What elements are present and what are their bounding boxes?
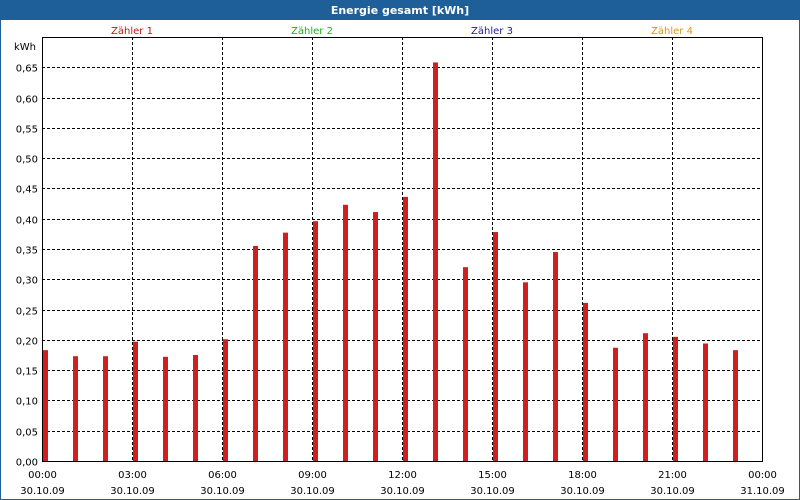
bar <box>283 232 288 461</box>
bars <box>43 62 738 462</box>
x-tick-time: 09:00 <box>298 470 327 481</box>
bar <box>433 62 438 461</box>
chart-canvas: Zähler 1 Zähler 2 Zähler 3 Zähler 4 kWh 0,0… <box>14 26 785 497</box>
bar <box>493 232 498 461</box>
legend-entry: Zähler 3 <box>471 26 513 37</box>
x-tick-date: 30.10.09 <box>290 486 335 497</box>
y-tick-label: 0,40 <box>16 216 38 227</box>
bar <box>313 221 318 461</box>
y-axis: kWh 0,00 0,05 0,10 0,15 0,20 0,25 0,30 0,35 0,40… <box>14 42 38 469</box>
x-tick-date: 30.10.09 <box>650 486 695 497</box>
x-tick-time: 00:00 <box>748 470 777 481</box>
x-tick-date: 30.10.09 <box>470 486 515 497</box>
bar <box>403 196 408 461</box>
y-tick-label: 0,45 <box>16 185 38 196</box>
bar <box>673 336 678 461</box>
y-tick-label: 0,30 <box>16 276 38 287</box>
x-tick-time: 00:00 <box>28 470 57 481</box>
bar <box>463 267 468 461</box>
y-tick-label: 0,10 <box>16 397 38 408</box>
x-tick-date: 30.10.09 <box>20 486 65 497</box>
y-tick-label: 0,25 <box>16 307 38 318</box>
y-tick-label: 0,20 <box>16 337 38 348</box>
bar <box>73 356 78 461</box>
bar <box>703 343 708 461</box>
x-tick-time: 12:00 <box>388 470 417 481</box>
x-axis: 00:00 30.10.09 03:00 30.10.09 06:00 30.10.09 0… <box>20 470 785 497</box>
y-tick-label: 0,65 <box>16 64 38 75</box>
legend-entry: Zähler 4 <box>651 26 693 37</box>
bar <box>43 350 48 461</box>
bar <box>193 355 198 461</box>
bar <box>133 341 138 461</box>
x-tick-date: 30.10.09 <box>560 486 605 497</box>
y-axis-label: kWh <box>14 42 36 53</box>
legend-entry: Zähler 1 <box>111 26 153 37</box>
bar <box>373 212 378 461</box>
x-tick-date: 30.10.09 <box>110 486 155 497</box>
bar <box>223 339 228 461</box>
x-tick-time: 18:00 <box>568 470 597 481</box>
x-tick-time: 21:00 <box>658 470 687 481</box>
bar <box>523 282 528 461</box>
x-tick-date: 30.10.09 <box>380 486 425 497</box>
bar <box>613 347 618 461</box>
y-tick-label: 0,15 <box>16 367 38 378</box>
y-tick-label: 0,35 <box>16 246 38 257</box>
y-tick-label: 0,50 <box>16 155 38 166</box>
x-tick-date: 30.10.09 <box>200 486 245 497</box>
x-tick-time: 15:00 <box>478 470 507 481</box>
x-tick-time: 06:00 <box>208 470 237 481</box>
legend-entry: Zähler 2 <box>291 26 333 37</box>
bar <box>343 204 348 462</box>
y-tick-label: 0,55 <box>16 125 38 136</box>
bar <box>103 356 108 461</box>
bar <box>253 245 258 461</box>
legend: Zähler 1 Zähler 2 Zähler 3 Zähler 4 <box>111 26 693 37</box>
x-tick-date: 31.10.09 <box>740 486 785 497</box>
bar <box>583 302 588 461</box>
bar <box>643 333 648 461</box>
bar <box>163 356 168 461</box>
bar <box>733 350 738 461</box>
y-tick-label: 0,00 <box>16 458 38 469</box>
bar <box>553 252 558 461</box>
y-tick-label: 0,60 <box>16 95 38 106</box>
x-tick-time: 03:00 <box>118 470 147 481</box>
y-tick-label: 0,05 <box>16 428 38 439</box>
grid <box>42 37 762 461</box>
